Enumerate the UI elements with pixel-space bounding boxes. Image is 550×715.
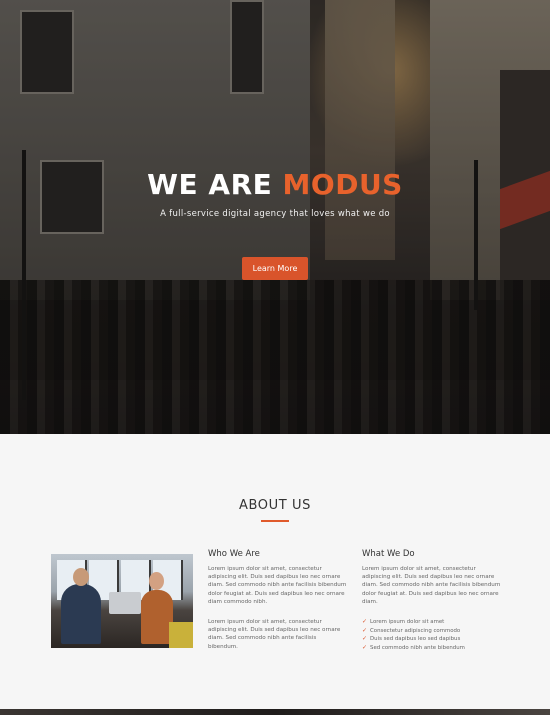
- about-title: ABOUT US: [239, 498, 311, 513]
- next-section-strip: [0, 709, 550, 715]
- list-item: ✓ Lorem ipsum dolor sit amet: [362, 618, 445, 626]
- about-section: ABOUT US Who We Are Lorem ipsum dolor si…: [0, 434, 550, 715]
- what-we-do-paragraph: Lorem ipsum dolor sit amet, consectetur …: [362, 566, 501, 605]
- who-we-are-paragraph-1: Lorem ipsum dolor sit amet, consectetur …: [208, 566, 347, 605]
- what-we-do-column: What We Do Lorem ipsum dolor sit amet, c…: [362, 549, 502, 652]
- about-title-underline: [261, 520, 289, 522]
- learn-more-button[interactable]: Learn More: [241, 257, 309, 280]
- hero-title-accent: MODUS: [282, 168, 403, 201]
- check-icon: ✓: [362, 618, 368, 626]
- what-we-do-list: ✓ Lorem ipsum dolor sit amet ✓ Consectetur…: [362, 618, 502, 652]
- list-item: ✓ Consectetur adipiscing commodo: [362, 626, 461, 634]
- who-we-are-column: Who We Are Lorem ipsum dolor sit amet, c…: [208, 549, 348, 663]
- hero-subtitle: A full-service digital agency that loves…: [160, 209, 390, 219]
- hero-section: WE ARE MODUS A full-service digital agen…: [0, 0, 550, 434]
- who-we-are-paragraph-2: Lorem ipsum dolor sit amet, consectetur …: [208, 619, 341, 650]
- hero-title-main: WE ARE: [147, 168, 283, 201]
- list-item: ✓ Sed commodo nibh ante bibendum: [362, 643, 465, 651]
- who-we-are-heading: Who We Are: [208, 549, 260, 559]
- hero-content: WE ARE MODUS A full-service digital agen…: [0, 168, 550, 280]
- hero-title: WE ARE MODUS: [0, 168, 550, 201]
- list-item: ✓ Duis sed dapibus leo sed dapibus: [362, 635, 461, 643]
- check-icon: ✓: [362, 635, 368, 643]
- check-icon: ✓: [362, 643, 368, 651]
- check-icon: ✓: [362, 626, 368, 634]
- what-we-do-heading: What We Do: [362, 549, 415, 559]
- about-photo: [51, 554, 193, 648]
